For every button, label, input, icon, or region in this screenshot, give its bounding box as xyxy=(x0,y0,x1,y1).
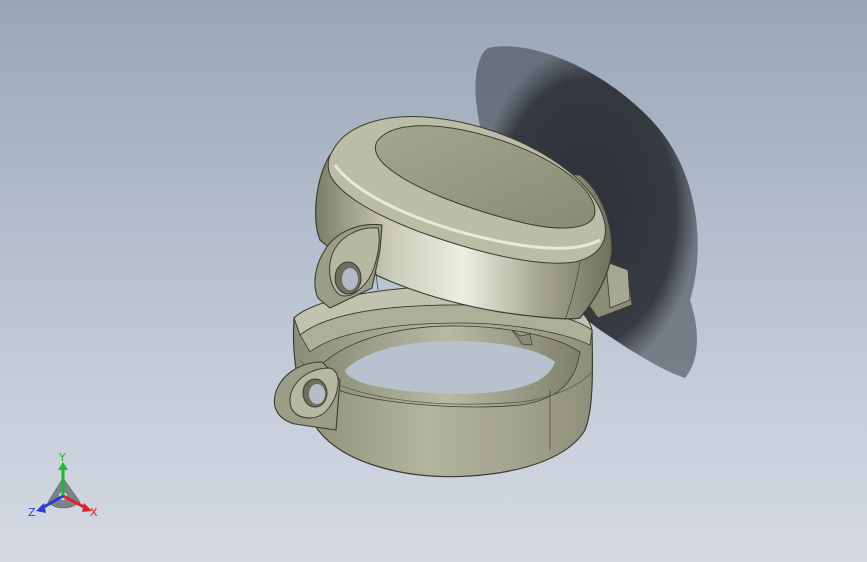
z-axis-arrowhead-icon xyxy=(36,503,46,513)
lower-mounting-ear[interactable] xyxy=(273,361,341,431)
z-axis-label: Z xyxy=(28,506,36,519)
y-axis-label: Y xyxy=(58,451,66,464)
coordinate-triad[interactable]: Y X Z xyxy=(28,451,98,519)
3d-model-viewport[interactable]: Y X Z xyxy=(0,0,867,562)
x-axis-label: X xyxy=(90,506,98,519)
